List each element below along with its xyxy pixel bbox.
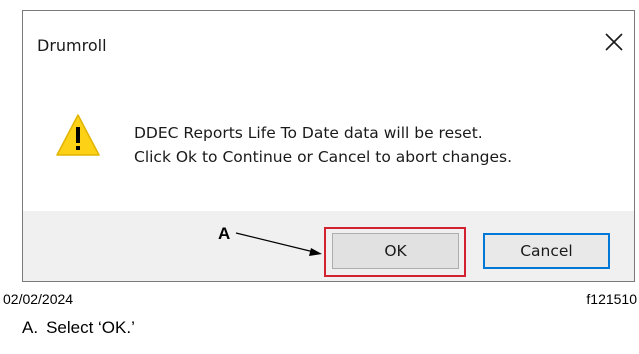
caption-text: Select ‘OK.’ <box>46 318 135 337</box>
figure-date: 02/02/2024 <box>3 291 74 307</box>
callout-arrow <box>235 232 322 256</box>
figure-id: f121510 <box>586 291 637 307</box>
callout-label: A <box>218 224 231 243</box>
figure-caption: A. Select ‘OK.’ <box>22 318 135 338</box>
caption-letter: A. <box>22 318 39 337</box>
